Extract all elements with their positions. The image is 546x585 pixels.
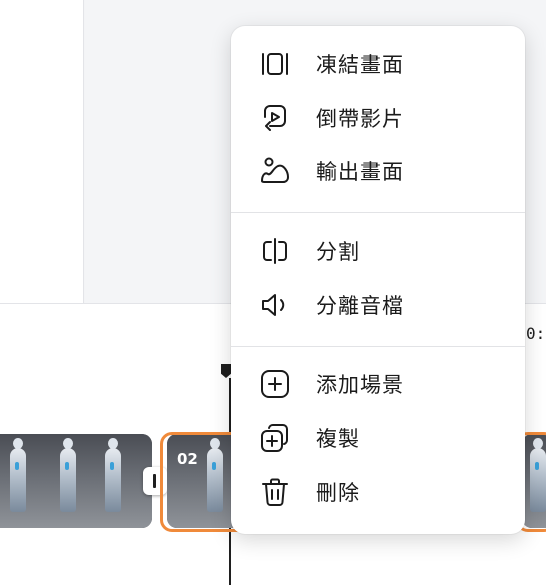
- menu-item-label: 刪除: [316, 481, 360, 505]
- duplicate-icon: [259, 422, 291, 454]
- detach-audio-icon: [259, 289, 291, 321]
- menu-item-duplicate[interactable]: 複製: [231, 415, 525, 461]
- delete-icon: [259, 476, 291, 508]
- menu-item-label: 倒帶影片: [316, 107, 404, 131]
- timeline-clip-1[interactable]: [0, 434, 152, 528]
- timeline-time-label: 0:0: [526, 324, 546, 343]
- menu-item-detach-audio[interactable]: 分離音檔: [231, 282, 525, 328]
- menu-item-delete[interactable]: 刪除: [231, 469, 525, 515]
- menu-item-freeze-frame[interactable]: 凍結畫面: [231, 41, 525, 87]
- menu-item-add-scene[interactable]: 添加場景: [231, 361, 525, 407]
- menu-item-label: 添加場景: [316, 373, 404, 397]
- robot-figure: [10, 438, 26, 512]
- menu-item-label: 分割: [316, 240, 360, 264]
- clip-index-label: 02: [177, 450, 198, 468]
- clip-context-menu: 凍結畫面 倒帶影片 輸出畫面 分割 分離音檔 添加場景 複製 刪除: [231, 26, 525, 534]
- split-icon: [259, 235, 291, 267]
- menu-item-rewind-video[interactable]: 倒帶影片: [231, 95, 525, 141]
- menu-item-split[interactable]: 分割: [231, 228, 525, 274]
- robot-figure: [105, 438, 121, 512]
- rewind-video-icon: [259, 102, 291, 134]
- menu-item-label: 複製: [316, 427, 360, 451]
- add-scene-icon: [259, 368, 291, 400]
- freeze-frame-icon: [259, 48, 291, 80]
- menu-item-export-frame[interactable]: 輸出畫面: [231, 148, 525, 194]
- menu-divider: [231, 346, 525, 347]
- robot-figure: [60, 438, 76, 512]
- export-frame-icon: [259, 155, 291, 187]
- menu-divider: [231, 212, 525, 213]
- menu-item-label: 輸出畫面: [316, 160, 404, 184]
- menu-item-label: 凍結畫面: [316, 53, 404, 77]
- menu-item-label: 分離音檔: [316, 294, 404, 318]
- preview-sidebar: [0, 0, 84, 303]
